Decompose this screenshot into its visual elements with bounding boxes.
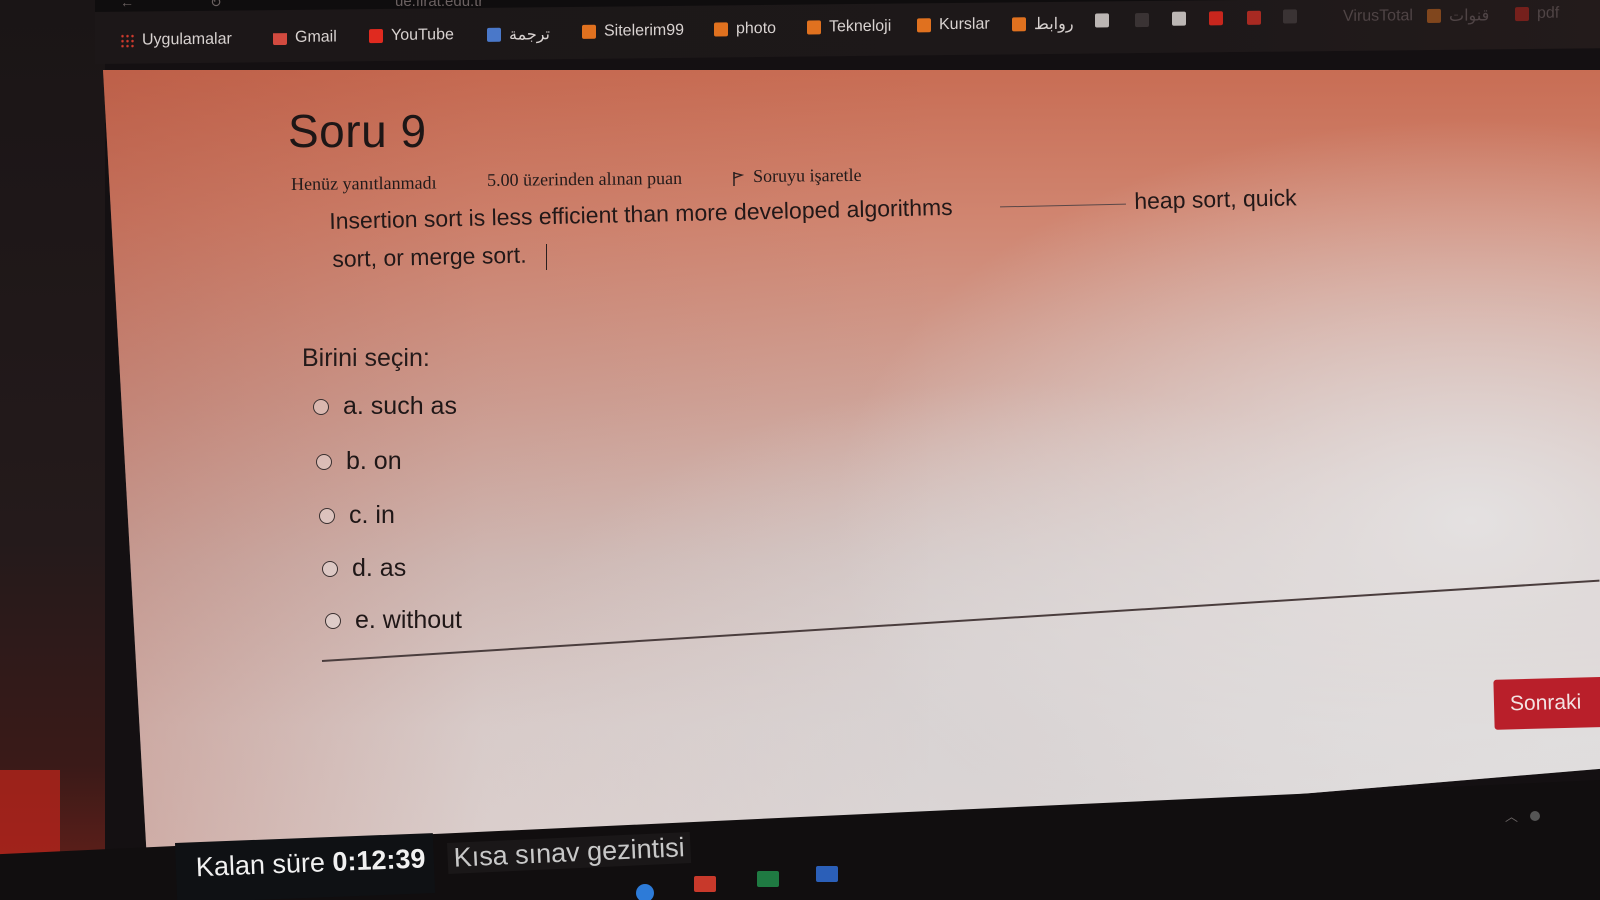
bookmark-label: Uygulamalar (142, 30, 232, 49)
bookmark-sitelerim99[interactable]: Sitelerim99 (582, 22, 684, 41)
bookmark-virustotal[interactable]: VirusTotal (1343, 7, 1413, 26)
bookmark-label: photo (736, 19, 777, 38)
bookmark-label: pdf (1537, 4, 1560, 22)
bookmark-label: YouTube (391, 26, 454, 44)
globe-icon (1095, 13, 1109, 28)
bookmark-globe-1[interactable] (1095, 13, 1109, 28)
folder-icon (1012, 17, 1026, 32)
globe-icon (1172, 11, 1186, 26)
bookmark-translate[interactable]: ترجمة (487, 24, 550, 45)
option-label[interactable]: d. as (352, 554, 406, 583)
radio-button[interactable] (319, 507, 335, 524)
option-a[interactable]: a. such as (313, 392, 457, 421)
option-c[interactable]: c. in (319, 501, 395, 530)
loading-icon (1135, 12, 1149, 28)
next-page-button[interactable]: Sonraki (1493, 676, 1600, 730)
bookmark-tekneloji[interactable]: Tekneloji (807, 18, 891, 37)
bookmark-label: Kurslar (939, 15, 990, 34)
bookmark-faint-1[interactable] (1135, 12, 1149, 28)
question-title: Soru 9 (288, 105, 427, 157)
bookmark-label: Gmail (295, 28, 337, 46)
flag-question-link[interactable]: Soruyu işaretle (753, 165, 862, 187)
monitor-bezel (0, 0, 105, 900)
bookmark-label: ترجمة (509, 26, 550, 44)
excel-icon[interactable] (757, 871, 779, 887)
tray-chevron-icon[interactable]: ︿ (1505, 809, 1518, 824)
folder-icon (714, 22, 728, 37)
folder-icon (917, 18, 931, 33)
radio-button[interactable] (316, 453, 332, 470)
bookmark-label: روابط (1034, 15, 1074, 34)
bookmark-mail[interactable] (1209, 11, 1223, 26)
question-text-part3: sort, or merge sort. (332, 241, 527, 272)
edge-icon[interactable] (636, 884, 654, 900)
option-b[interactable]: b. on (316, 447, 402, 476)
time-remaining-value: 0:12:39 (331, 843, 427, 877)
pdf-icon (1515, 6, 1529, 22)
site-icon (1283, 9, 1297, 24)
screen: ← ↻ ue.firat.edu.tr Uygulamalar Gmail Yo… (0, 0, 1600, 900)
bookmark-kurslar[interactable]: Kurslar (917, 16, 990, 35)
option-label[interactable]: c. in (349, 501, 395, 530)
word-icon[interactable] (816, 866, 838, 882)
bookmark-circle[interactable] (1247, 10, 1261, 25)
time-remaining-label: Kalan süre (195, 847, 326, 883)
bookmark-small[interactable] (1283, 9, 1297, 24)
bookmark-label: VirusTotal (1343, 7, 1413, 25)
choose-one-label: Birini seçin: (302, 344, 430, 372)
red-circle-icon (1247, 10, 1261, 25)
reload-icon[interactable]: ↻ (210, 0, 222, 11)
tray-app-icon[interactable] (1529, 811, 1540, 821)
question-text-part2: heap sort, quick (1134, 184, 1297, 214)
bookmark-links[interactable]: روابط (1012, 14, 1074, 35)
translate-icon (487, 27, 501, 42)
time-remaining: Kalan süre 0:12:39 (175, 833, 436, 900)
bookmark-label: قنوات (1449, 7, 1490, 25)
option-label[interactable]: b. on (346, 447, 402, 476)
bookmark-photo[interactable]: photo (714, 20, 776, 39)
bookmark-globe-2[interactable] (1172, 11, 1186, 26)
bookmark-channels[interactable]: قنوات (1427, 5, 1489, 26)
apps-grid-icon (120, 33, 134, 48)
flag-icon[interactable] (732, 171, 744, 187)
system-tray[interactable]: ︿ (1505, 806, 1540, 825)
option-label[interactable]: a. such as (343, 392, 457, 421)
question-points: 5.00 üzerinden alınan puan (487, 167, 683, 190)
bookmark-apps[interactable]: Uygulamalar (120, 31, 232, 50)
youtube-icon (369, 28, 383, 44)
folder-icon (1427, 8, 1441, 24)
folder-icon (807, 20, 821, 35)
bookmark-label: Sitelerim99 (604, 21, 685, 40)
radio-button[interactable] (313, 398, 329, 415)
bookmarks-bar: Uygulamalar Gmail YouTube ترجمة Siteleri… (95, 0, 1600, 65)
mail-icon (1209, 11, 1223, 26)
bookmark-pdf[interactable]: pdf (1515, 5, 1559, 23)
radio-button[interactable] (325, 612, 341, 629)
bookmark-youtube[interactable]: YouTube (369, 26, 454, 45)
bookmark-gmail[interactable]: Gmail (273, 28, 337, 47)
powerpoint-icon[interactable] (694, 876, 716, 892)
gmail-icon (273, 31, 287, 45)
question-status: Henüz yanıtlanmadı (291, 172, 437, 194)
option-d[interactable]: d. as (322, 554, 406, 583)
folder-icon (582, 24, 596, 39)
option-e[interactable]: e. without (325, 606, 462, 635)
bookmark-label: Tekneloji (829, 17, 892, 36)
option-label[interactable]: e. without (355, 606, 462, 635)
back-icon[interactable]: ← (120, 0, 134, 10)
text-caret (546, 244, 547, 270)
radio-button[interactable] (322, 560, 338, 577)
